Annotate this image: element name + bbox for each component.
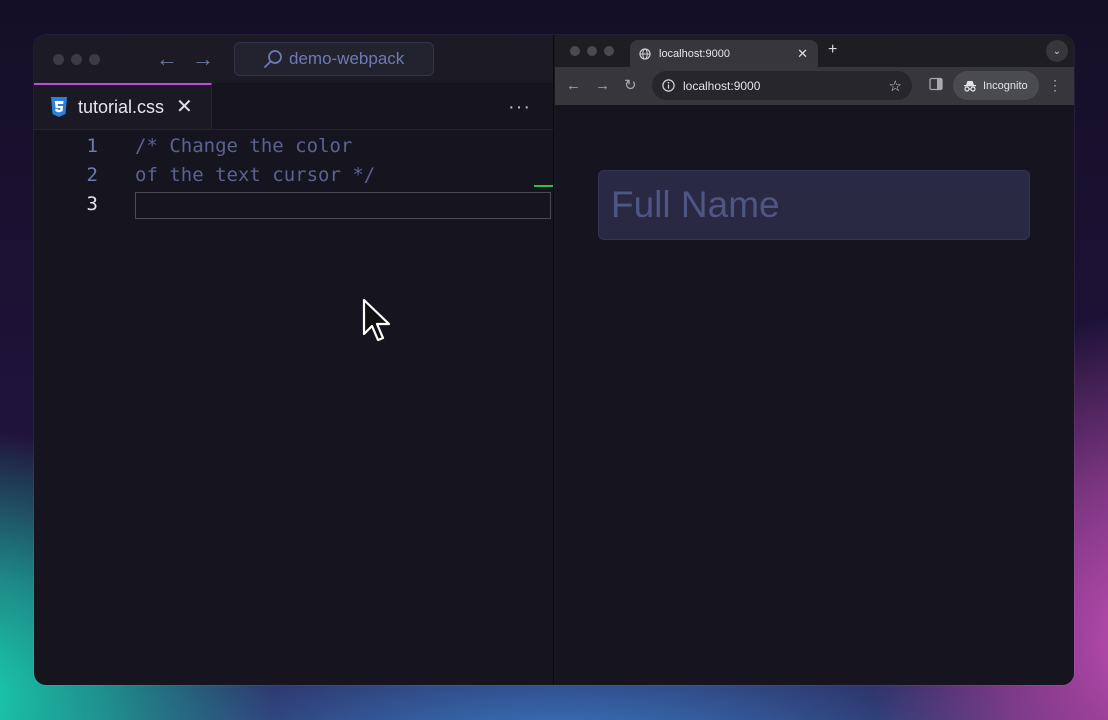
reload-button[interactable]: ↻ [624,77,637,95]
address-text: localhost:9000 [683,78,761,93]
line-number: 1 [86,135,98,157]
incognito-icon [964,80,976,92]
info-icon[interactable] [662,79,675,92]
code-editor-window: ← → demo-webpack tutorial.css ✕ ··· 1 /*… [34,35,553,685]
address-bar[interactable]: localhost:9000 ☆ [652,71,912,100]
page-viewport [555,105,1074,685]
back-button[interactable]: ← [566,77,581,95]
close-icon[interactable]: ✕ [797,46,808,62]
close-window-dot[interactable] [570,46,580,56]
code-line[interactable]: 2 of the text cursor */ [34,161,553,190]
tab-title: localhost:9000 [659,47,730,60]
current-line-highlight [135,192,551,219]
editor-titlebar: ← → demo-webpack [34,35,553,83]
zoom-window-dot[interactable] [604,46,614,56]
editor-tab-bar: tutorial.css ✕ [34,83,553,130]
css3-icon [51,97,67,117]
globe-icon [639,47,651,60]
close-icon[interactable]: ✕ [176,97,193,117]
browser-menu-button[interactable]: ⋮ [1048,76,1062,94]
tab-label: tutorial.css [78,96,165,117]
forward-button[interactable]: → [595,77,610,95]
browser-window: localhost:9000 ✕ + ⌄ ← → ↻ localhost:900… [555,35,1074,685]
minimize-window-dot[interactable] [587,46,597,56]
more-actions-button[interactable]: ··· [508,96,531,119]
close-window-dot[interactable] [53,54,64,65]
search-label: demo-webpack [289,49,405,68]
line-number: 3 [86,193,98,215]
code-line[interactable]: 1 /* Change the color [34,132,553,161]
mouse-pointer-icon [362,298,391,342]
line-text: /* Change the color [135,135,353,157]
zoom-window-dot[interactable] [89,54,100,65]
tab-search-button[interactable]: ⌄ [1046,40,1068,62]
incognito-badge[interactable]: Incognito [953,71,1039,100]
line-text: of the text cursor */ [135,164,376,186]
search-icon [264,50,282,68]
browser-tab-localhost[interactable]: localhost:9000 ✕ [630,40,818,67]
forward-arrow-icon[interactable]: → [192,47,214,71]
new-tab-button[interactable]: + [828,41,837,59]
back-arrow-icon[interactable]: ← [156,47,178,71]
window-controls[interactable] [53,54,100,65]
full-name-input[interactable] [598,170,1030,240]
browser-tab-strip: localhost:9000 ✕ + ⌄ [555,35,1074,67]
line-number: 2 [86,164,98,186]
tab-tutorial-css[interactable]: tutorial.css ✕ [34,83,212,129]
command-center-search[interactable]: demo-webpack [234,42,434,76]
browser-window-controls[interactable] [570,46,614,56]
git-change-indicator [534,185,553,187]
star-icon[interactable]: ☆ [889,77,902,95]
side-panel-icon[interactable] [929,77,943,91]
minimize-window-dot[interactable] [71,54,82,65]
incognito-label: Incognito [983,79,1028,92]
browser-toolbar: ← → ↻ localhost:9000 ☆ Incognito ⋮ [555,67,1074,105]
